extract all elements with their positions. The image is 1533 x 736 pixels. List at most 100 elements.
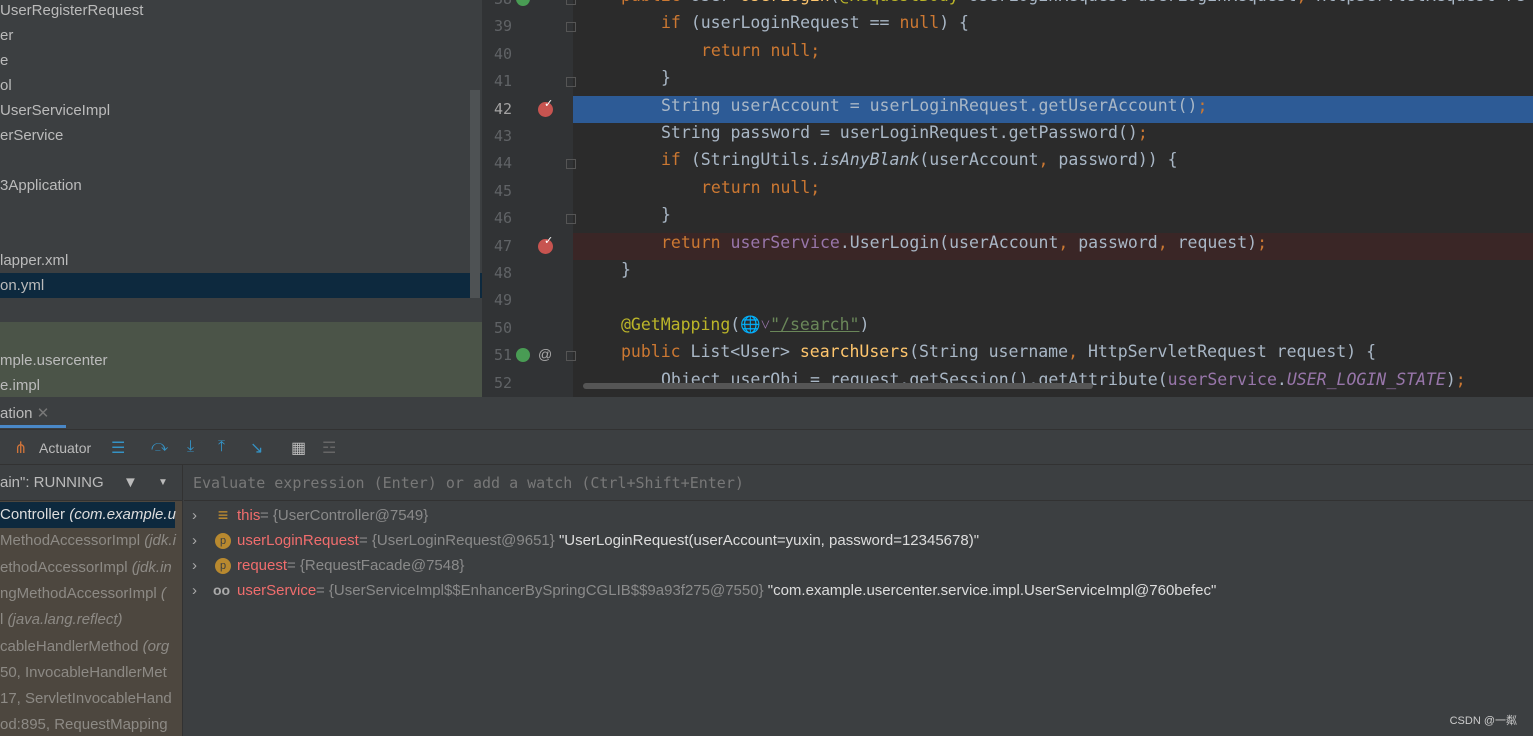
code-token: @GetMapping: [621, 314, 731, 334]
code-token: UserLoginRequest userLoginRequest: [969, 0, 1297, 5]
stack-frame[interactable]: ngMethodAccessorImpl (: [0, 581, 166, 607]
stack-frame[interactable]: 50, InvocableHandlerMet: [0, 660, 167, 686]
code-token: ;: [1455, 369, 1466, 389]
stack-frame[interactable]: l (java.lang.reflect): [0, 607, 123, 633]
code-line[interactable]: }: [573, 260, 1533, 287]
tree-item[interactable]: e.impl: [0, 373, 482, 397]
tree-scrollbar[interactable]: [470, 90, 480, 298]
expand-arrow-icon[interactable]: ›: [192, 578, 197, 603]
code-line[interactable]: return userService.UserLogin(userAccount…: [573, 232, 1533, 260]
evaluate-expression-icon[interactable]: ▦: [291, 438, 306, 458]
variable-row[interactable]: › p userLoginRequest = {UserLoginRequest@9…: [184, 528, 1524, 553]
stack-frame[interactable]: ethodAccessorImpl (jdk.in: [0, 555, 172, 581]
tree-item[interactable]: UserRegisterRequest: [0, 0, 482, 23]
stack-frame[interactable]: cableHandlerMethod (org: [0, 634, 169, 660]
debug-tab-row: ation ✕: [0, 397, 1533, 430]
fold-marker-icon[interactable]: [566, 159, 576, 170]
variable-type-value: = {UserServiceImpl$$EnhancerBySpringCGLI…: [316, 582, 768, 599]
close-icon[interactable]: ✕: [37, 405, 50, 422]
variable-row[interactable]: › ≡ this = {UserController@7549}: [184, 503, 1524, 528]
code-line[interactable]: if (userLoginRequest == null) {: [573, 13, 1533, 40]
evaluate-expression-input[interactable]: Evaluate expression (Enter) or add a wat…: [184, 465, 1533, 501]
expand-arrow-icon[interactable]: ›: [192, 503, 197, 528]
debug-panel: ation ✕ ⋔ Actuator ☰ ⤼ ⤓ ⤒ ↘ ▦ ☲ ain": R…: [0, 397, 1533, 736]
tree-item[interactable]: [0, 198, 482, 223]
code-line[interactable]: String password = userLoginRequest.getPa…: [573, 123, 1533, 150]
fold-marker-icon[interactable]: [566, 77, 576, 88]
code-line[interactable]: String userAccount = userLoginRequest.ge…: [573, 95, 1533, 123]
tree-item[interactable]: mple.usercenter: [0, 348, 482, 373]
variable-type-value: = {UserController@7549}: [260, 507, 429, 524]
debug-tab[interactable]: ation ✕: [0, 404, 49, 422]
stack-frame[interactable]: 17, ServletInvocableHand: [0, 686, 172, 712]
stack-frame[interactable]: MethodAccessorImpl (jdk.i: [0, 528, 176, 554]
trace-stream-icon[interactable]: ☲: [322, 438, 336, 458]
tree-item[interactable]: [0, 223, 482, 248]
variable-value: = {UserController@7549}: [260, 503, 428, 528]
tree-item[interactable]: on.yml: [0, 273, 482, 298]
expand-arrow-icon[interactable]: ›: [192, 553, 197, 578]
code-token: ): [859, 314, 870, 334]
tree-item[interactable]: [0, 298, 482, 323]
breakpoint-icon[interactable]: [538, 234, 553, 254]
tree-item[interactable]: lapper.xml: [0, 248, 482, 273]
line-number: 40: [493, 44, 512, 63]
code-token: userService: [730, 232, 840, 252]
expand-arrow-icon[interactable]: ›: [192, 528, 197, 553]
line-number: 48: [493, 264, 512, 282]
breakpoint-icon[interactable]: [538, 97, 553, 117]
step-into-icon[interactable]: ⤓: [187, 438, 194, 456]
run-to-cursor-icon[interactable]: ↘: [250, 438, 263, 458]
code-line[interactable]: return null;: [573, 178, 1533, 205]
editor-horizontal-scrollbar[interactable]: [583, 383, 1093, 389]
frame-method: ngMethodAccessorImpl: [0, 584, 161, 602]
variable-row[interactable]: › p request = {RequestFacade@7548}: [184, 553, 1524, 578]
code-line[interactable]: }: [573, 68, 1533, 95]
fold-marker-icon[interactable]: [566, 22, 576, 33]
tree-item[interactable]: UserServiceImpl: [0, 98, 482, 123]
tree-item[interactable]: erService: [0, 123, 482, 148]
tree-item[interactable]: e: [0, 48, 482, 73]
stack-frame[interactable]: Controller (com.example.u: [0, 502, 176, 528]
tree-item[interactable]: er: [0, 23, 482, 48]
step-over-icon[interactable]: ⤼: [151, 438, 168, 456]
line-number: 51: [493, 346, 512, 365]
chevron-down-icon[interactable]: ▼: [158, 465, 168, 501]
frames-layout-icon[interactable]: ☰: [111, 438, 125, 458]
code-token: ,: [1058, 232, 1079, 252]
actuator-button[interactable]: Actuator: [39, 440, 91, 456]
variable-type-value: = {RequestFacade@7548}: [287, 557, 465, 574]
tree-item[interactable]: 3Application: [0, 173, 482, 198]
step-out-icon[interactable]: ⤒: [218, 438, 225, 456]
code-token: }: [621, 260, 631, 279]
code-token: ,: [1068, 342, 1088, 362]
code-line[interactable]: public User UserLogin(@RequestBody UserL…: [573, 0, 1533, 13]
variables-panel: Evaluate expression (Enter) or add a wat…: [184, 465, 1533, 736]
actuator-icon[interactable]: ⋔: [14, 438, 27, 458]
code-token: ;: [1197, 95, 1208, 115]
frame-method: 17, ServletInvocableHand: [0, 690, 172, 708]
fold-marker-icon[interactable]: [566, 351, 576, 362]
tree-item[interactable]: ol: [0, 73, 482, 98]
frame-package: (jdk.in: [131, 558, 172, 576]
fold-marker-icon[interactable]: [566, 0, 576, 5]
thread-selector[interactable]: ain": RUNNING ▼ ▼: [0, 465, 182, 501]
code-line[interactable]: if (StringUtils.isAnyBlank(userAccount, …: [573, 150, 1533, 177]
tree-item[interactable]: [0, 148, 482, 173]
stack-frame[interactable]: od:895, RequestMapping: [0, 712, 168, 736]
code-line[interactable]: }: [573, 205, 1533, 232]
frame-package: (org: [142, 637, 170, 655]
code-token: public: [621, 0, 691, 5]
code-line[interactable]: return null;: [573, 41, 1533, 68]
code-token: ,: [1297, 0, 1317, 5]
tree-item[interactable]: [0, 323, 482, 348]
variable-row[interactable]: › oo userService = {UserServiceImpl$$Enhan…: [184, 578, 1524, 603]
fold-marker-icon[interactable]: [566, 214, 576, 225]
code-token: .: [1276, 369, 1287, 389]
code-line[interactable]: public List<User> searchUsers(String use…: [573, 342, 1533, 369]
variable-name: userService: [237, 582, 317, 599]
code-line[interactable]: @GetMapping(🌐˅"/search"): [573, 315, 1533, 342]
code-line[interactable]: [573, 287, 1533, 314]
code-editor[interactable]: public User UserLogin(@RequestBody UserL…: [573, 0, 1533, 397]
filter-icon[interactable]: ▼: [123, 465, 138, 501]
